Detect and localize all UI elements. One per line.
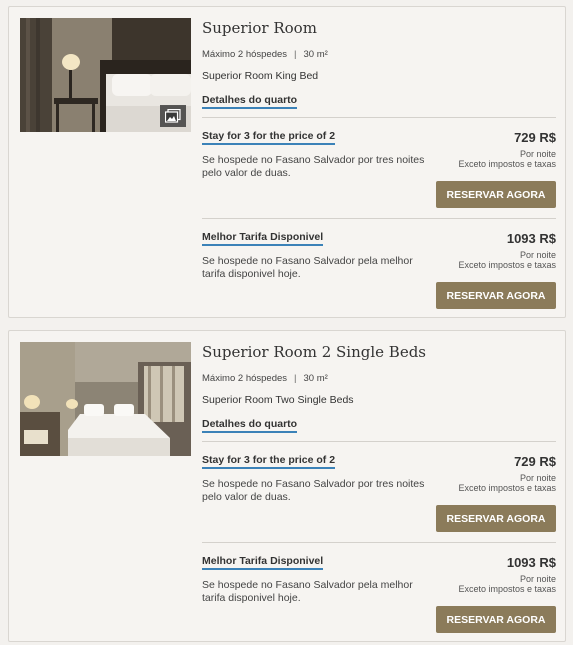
rate-name-link[interactable]: Melhor Tarifa Disponivel (202, 555, 324, 570)
rate-option: Melhor Tarifa Disponivel Se hospede no F… (202, 542, 556, 642)
rate-name-link[interactable]: Stay for 3 for the price of 2 (202, 454, 336, 469)
taxes-note: Exceto impostos e taxas (458, 260, 556, 270)
room-area: 30 m² (303, 49, 328, 60)
room-area: 30 m² (303, 373, 328, 384)
room-card: Superior Room Máximo 2 hóspedes | 30 m² Su… (8, 6, 566, 318)
rate-price: 1093 R$ (506, 231, 556, 246)
rate-name-link[interactable]: Stay for 3 for the price of 2 (202, 130, 336, 145)
rate-option: Stay for 3 for the price of 2 Se hospede… (202, 441, 556, 541)
rate-option: Melhor Tarifa Disponivel Se hospede no F… (202, 218, 556, 318)
room-photo[interactable] (20, 342, 191, 456)
rate-description: Se hospede no Fasano Salvador por tres n… (202, 154, 425, 179)
rate-option: Stay for 3 for the price of 2 Se hospede… (202, 117, 556, 217)
room-title: Superior Room (202, 19, 317, 37)
room-details-link[interactable]: Detalhes do quarto (202, 418, 298, 433)
rate-description: Se hospede no Fasano Salvador por tres n… (202, 478, 425, 503)
image-stack-icon (165, 109, 181, 123)
rate-description: Se hospede no Fasano Salvador pela melho… (202, 255, 413, 280)
max-guests: Máximo 2 hóspedes (202, 49, 288, 60)
per-night-label: Por noite (519, 250, 556, 260)
taxes-note: Exceto impostos e taxas (458, 159, 556, 169)
room-photo-image (20, 342, 191, 456)
rate-name-link[interactable]: Melhor Tarifa Disponivel (202, 231, 324, 246)
taxes-note: Exceto impostos e taxas (458, 483, 556, 493)
per-night-label: Por noite (519, 149, 556, 159)
bed-type: Superior Room Two Single Beds (202, 394, 354, 406)
meta-separator: | (294, 49, 297, 60)
bed-type: Superior Room King Bed (202, 70, 319, 82)
room-card: Superior Room 2 Single Beds Máximo 2 hós… (8, 330, 566, 642)
room-title: Superior Room 2 Single Beds (202, 343, 426, 361)
book-now-button[interactable]: RESERVAR AGORA (436, 181, 556, 208)
room-meta: Máximo 2 hóspedes | 30 m² (202, 373, 328, 384)
per-night-label: Por noite (519, 473, 556, 483)
max-guests: Máximo 2 hóspedes (202, 373, 288, 384)
gallery-icon[interactable] (160, 105, 186, 127)
room-details-link[interactable]: Detalhes do quarto (202, 94, 298, 109)
rate-price: 1093 R$ (506, 555, 556, 570)
book-now-button[interactable]: RESERVAR AGORA (436, 282, 556, 309)
per-night-label: Por noite (519, 574, 556, 584)
book-now-button[interactable]: RESERVAR AGORA (436, 505, 556, 532)
taxes-note: Exceto impostos e taxas (458, 584, 556, 594)
meta-separator: | (294, 373, 297, 384)
room-meta: Máximo 2 hóspedes | 30 m² (202, 49, 328, 60)
rate-description: Se hospede no Fasano Salvador pela melho… (202, 579, 413, 604)
rate-price: 729 R$ (514, 130, 556, 145)
rate-price: 729 R$ (514, 454, 556, 469)
book-now-button[interactable]: RESERVAR AGORA (436, 606, 556, 633)
room-photo[interactable] (20, 18, 191, 132)
